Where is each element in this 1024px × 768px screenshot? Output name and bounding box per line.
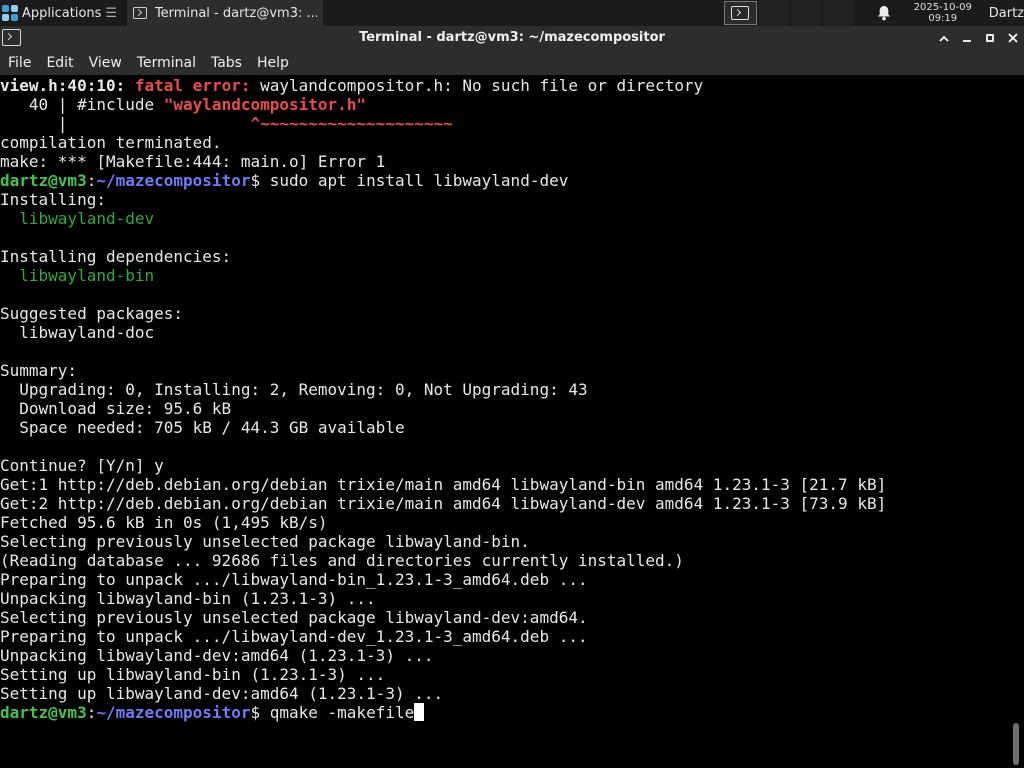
terminal-line: Download size: 95.6 kB bbox=[0, 399, 232, 418]
user-menu[interactable]: Dartz bbox=[989, 6, 1024, 21]
top-panel: Applications ☰ Terminal - dartz@vm3: ...… bbox=[0, 0, 1024, 26]
workspace-4-button[interactable] bbox=[822, 0, 853, 26]
workspace-icon bbox=[731, 6, 750, 20]
applications-label: Applications bbox=[22, 5, 102, 21]
taskbar-terminal-label: Terminal - dartz@vm3: ... bbox=[154, 5, 318, 21]
close-button[interactable] bbox=[1001, 26, 1024, 50]
terminal-line: compilation terminated. bbox=[0, 133, 222, 152]
menu-view[interactable]: View bbox=[89, 55, 122, 71]
clock-time: 09:19 bbox=[928, 13, 958, 24]
terminal-line: Unpacking libwayland-bin (1.23.1-3) ... bbox=[0, 589, 376, 608]
clock[interactable]: 2025-10-09 09:19 bbox=[903, 2, 983, 24]
terminal-line: Installing dependencies: bbox=[0, 247, 232, 266]
menu-help[interactable]: Help bbox=[257, 55, 289, 71]
window-title: Terminal - dartz@vm3: ~/mazecompositor bbox=[359, 30, 665, 45]
maximize-icon bbox=[985, 34, 994, 42]
command-input[interactable]: $ qmake -makefile bbox=[250, 703, 414, 722]
terminal-scrollbar[interactable] bbox=[1008, 75, 1024, 768]
terminal-line: make: *** [Makefile:444: main.o] Error 1 bbox=[0, 152, 386, 171]
menu-edit[interactable]: Edit bbox=[46, 55, 73, 71]
terminal-line: Space needed: 705 kB / 44.3 GB available bbox=[0, 418, 405, 437]
terminal-icon bbox=[133, 7, 147, 19]
menu-terminal[interactable]: Terminal bbox=[137, 55, 196, 71]
terminal-prompt-line: dartz@vm3:~/mazecompositor$ qmake -makef… bbox=[0, 703, 1008, 722]
prompt-user-host: dartz@vm3 bbox=[0, 703, 87, 722]
terminal-line: Selecting previously unselected package … bbox=[0, 608, 588, 627]
terminal-line: libwayland-bin bbox=[0, 266, 155, 285]
maximize-button[interactable] bbox=[978, 26, 1001, 50]
clock-date: 2025-10-09 bbox=[913, 2, 972, 13]
minimize-icon bbox=[962, 40, 971, 42]
terminal-line: Preparing to unpack .../libwayland-bin_1… bbox=[0, 570, 588, 589]
terminal-output[interactable]: view.h:40:10: fatal error: waylandcompos… bbox=[0, 75, 1008, 768]
terminal-line: (Reading database ... 92686 files and di… bbox=[0, 551, 684, 570]
terminal-line: Get:2 http://deb.debian.org/debian trixi… bbox=[0, 494, 887, 513]
menu-tabs[interactable]: Tabs bbox=[211, 55, 242, 71]
text-cursor bbox=[414, 703, 425, 721]
prompt-user-host: dartz@vm3 bbox=[0, 171, 87, 190]
taskbar-terminal-button[interactable]: Terminal - dartz@vm3: ... bbox=[127, 0, 324, 26]
terminal-prompt-line: dartz@vm3:~/mazecompositor$ sudo apt ins… bbox=[0, 171, 569, 190]
minimize-button[interactable] bbox=[955, 26, 978, 50]
prompt-path: ~/mazecompositor bbox=[96, 703, 251, 722]
terminal-line: Setting up libwayland-dev:amd64 (1.23.1-… bbox=[0, 684, 444, 703]
terminal-line: view.h:40:10: fatal error: waylandcompos… bbox=[0, 76, 704, 95]
scrollbar-thumb[interactable] bbox=[1013, 723, 1019, 765]
workspace-3-button[interactable] bbox=[790, 0, 821, 26]
menu-file[interactable]: File bbox=[8, 55, 31, 71]
terminal-line: Suggested packages: bbox=[0, 304, 184, 323]
terminal-line: libwayland-doc bbox=[0, 323, 155, 342]
terminal-line: Setting up libwayland-bin (1.23.1-3) ... bbox=[0, 665, 386, 684]
applications-menu-icon: ☰ bbox=[105, 5, 118, 21]
terminal-line: Summary: bbox=[0, 361, 78, 380]
applications-icon bbox=[2, 5, 18, 21]
close-icon bbox=[1007, 33, 1018, 43]
workspace-terminal-button[interactable] bbox=[723, 1, 757, 25]
terminal-line: Selecting previously unselected package … bbox=[0, 532, 530, 551]
terminal-line: Unpacking libwayland-dev:amd64 (1.23.1-3… bbox=[0, 646, 434, 665]
window-titlebar[interactable]: Terminal - dartz@vm3: ~/mazecompositor bbox=[0, 26, 1024, 50]
terminal-line: Preparing to unpack .../libwayland-dev_1… bbox=[0, 627, 588, 646]
workspace-2-button[interactable] bbox=[758, 0, 789, 26]
terminal-line: Upgrading: 0, Installing: 2, Removing: 0… bbox=[0, 380, 588, 399]
terminal-line: Fetched 95.6 kB in 0s (1,495 kB/s) bbox=[0, 513, 328, 532]
applications-menu-button[interactable]: Applications ☰ bbox=[0, 0, 123, 26]
shade-button[interactable] bbox=[932, 26, 955, 50]
terminal-line: Installing: bbox=[0, 190, 106, 209]
terminal-line: Get:1 http://deb.debian.org/debian trixi… bbox=[0, 475, 887, 494]
menu-bar: File Edit View Terminal Tabs Help bbox=[0, 50, 1024, 75]
prompt-path: ~/mazecompositor bbox=[96, 171, 251, 190]
terminal-line: | ^~~~~~~~~~~~~~~~~~~~~ bbox=[0, 114, 453, 133]
chevron-up-icon bbox=[938, 35, 949, 42]
terminal-line: Continue? [Y/n] y bbox=[0, 456, 164, 475]
window-controls bbox=[932, 26, 1024, 50]
terminal-line: libwayland-dev bbox=[0, 209, 155, 228]
notification-bell-icon[interactable] bbox=[871, 0, 897, 26]
terminal-line: 40 | #include "waylandcompositor.h" bbox=[0, 95, 367, 114]
